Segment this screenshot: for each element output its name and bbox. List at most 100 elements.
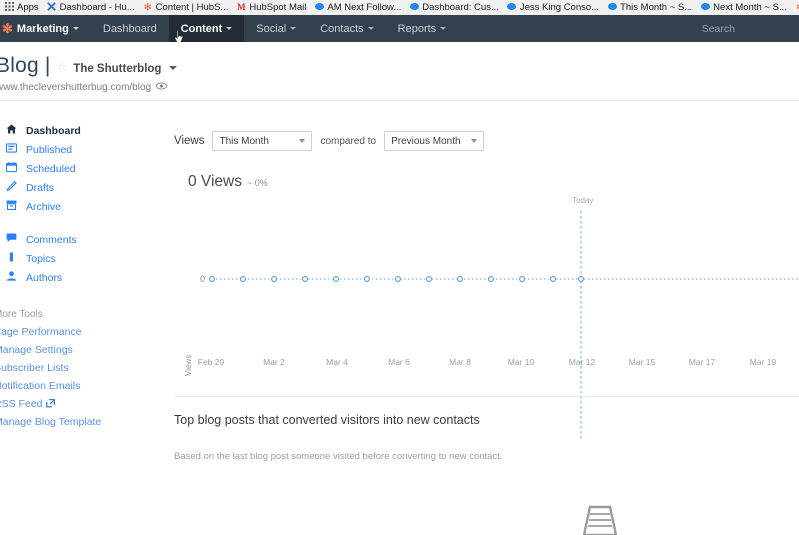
empty-document-stack-icon <box>570 501 630 535</box>
today-marker-label: Today <box>572 196 593 205</box>
page-header: Blog | ☆ The Shutterblog www.thecleversh… <box>0 42 799 101</box>
x-tick-label: Mar 10 <box>508 357 535 367</box>
more-tools-header: More Tools <box>0 308 43 320</box>
sidebar-item-dashboard[interactable]: Dashboard <box>0 121 150 140</box>
compare-range-value: Previous Month <box>391 135 461 147</box>
x-tick-label: Mar 4 <box>326 357 348 367</box>
nav-item-label: Contacts <box>320 22 364 35</box>
sidebar-item-label: Comments <box>26 233 77 246</box>
nav-item-label: Reports <box>397 22 437 35</box>
tool-rss-feed[interactable]: RSS Feed <box>0 395 150 413</box>
date-range-value: This Month <box>219 135 269 147</box>
sidebar-item-label: Topics <box>26 252 56 265</box>
nav-item-label: Marketing <box>16 22 69 35</box>
sidebar-item-label: Scheduled <box>26 162 76 175</box>
page-url-row: www.theclevershutterbug.com/blog <box>0 82 167 93</box>
bookmark-apps[interactable]: Apps <box>0 2 43 13</box>
archive-box-icon <box>6 200 17 213</box>
nav-search-field[interactable]: Search <box>702 23 799 35</box>
compared-to-label: compared to <box>320 135 377 147</box>
nav-search-placeholder: Search <box>701 22 735 35</box>
blue-dot-icon <box>607 3 617 12</box>
hubspot-sprocket-icon: ✻ <box>143 2 152 12</box>
tool-page-performance[interactable]: Page Performance <box>0 323 150 341</box>
sidebar-item-drafts[interactable]: Drafts <box>0 178 150 197</box>
person-icon <box>6 271 17 284</box>
date-range-select[interactable]: This Month <box>212 131 313 151</box>
chevron-down-icon <box>367 27 374 30</box>
x-tick-label: Mar 15 <box>629 357 656 367</box>
tool-label: Notification Emails <box>0 380 81 392</box>
chevron-down-icon[interactable] <box>169 66 178 70</box>
sidebar-item-label: Dashboard <box>26 124 81 137</box>
nav-item-dashboard[interactable]: Dashboard <box>91 15 169 42</box>
blog-url: www.theclevershutterbug.com/blog <box>0 82 152 93</box>
bookmark-calculator[interactable]: ✻ Calculator <box>791 2 799 13</box>
nav-item-social[interactable]: Social <box>244 15 308 42</box>
chart-controls: Views This Month compared to Previous Mo… <box>174 131 485 151</box>
chevron-down-icon <box>290 27 297 30</box>
nav-item-label: Content <box>180 22 223 35</box>
chevron-down-icon <box>440 27 447 30</box>
bookmark-label: This Month ~ S... <box>620 2 693 13</box>
section-title-top-posts: Top blog posts that converted visitors i… <box>174 413 480 427</box>
hubspot-sprocket-logo[interactable]: ✻ <box>2 22 13 35</box>
x-tick-label: Mar 2 <box>263 357 285 367</box>
series-views-markers <box>209 276 584 282</box>
bookmark-dashboard-hu[interactable]: Dashboard - Hu... <box>43 2 139 13</box>
apps-grid-icon <box>4 2 14 13</box>
pencil-icon <box>6 180 17 194</box>
compare-range-select[interactable]: Previous Month <box>384 131 485 151</box>
bookmark-dashboard-cus[interactable]: Dashboard: Cus... <box>405 2 503 13</box>
calendar-icon <box>5 162 18 175</box>
comment-bubble-icon <box>6 233 17 246</box>
tool-label: RSS Feed <box>0 398 43 410</box>
sidebar-item-topics[interactable]: Topics <box>0 249 150 268</box>
x-tick-label: Mar 19 <box>750 357 777 367</box>
metric-label: Views <box>174 135 205 147</box>
nav-item-label: Social <box>256 22 287 35</box>
main-content: Views This Month compared to Previous Mo… <box>150 101 799 535</box>
sidebar-item-label: Archive <box>26 200 62 213</box>
x-tick-label: Feb 29 <box>198 357 225 367</box>
bookmark-am-next-follow[interactable]: AM Next Follow... <box>310 2 405 13</box>
nav-item-reports[interactable]: Reports <box>386 15 459 42</box>
star-outline-icon[interactable]: ☆ <box>57 60 68 74</box>
eye-preview-icon[interactable] <box>156 82 167 93</box>
bookmark-next-month[interactable]: Next Month ~ S... <box>696 2 791 13</box>
main-navigation-bar: ✻ Marketing Dashboard Content Social Con… <box>0 15 799 42</box>
bookmarks-bar: Apps Dashboard - Hu... ✻ Content | HubS.… <box>0 0 799 16</box>
x-tick-label: Mar 12 <box>569 357 596 367</box>
sidebar-item-published[interactable]: Published <box>0 140 150 159</box>
tool-label: Manage Blog Template <box>0 416 102 428</box>
tool-manage-settings[interactable]: Manage Settings <box>0 341 150 359</box>
nav-item-contacts[interactable]: Contacts <box>308 15 385 42</box>
sidebar-item-archive[interactable]: Archive <box>0 197 150 216</box>
sidebar-item-authors[interactable]: Authors <box>0 268 150 287</box>
chevron-down-icon <box>226 27 233 30</box>
x-tick-label: Mar 6 <box>388 357 410 367</box>
tag-icon <box>6 252 17 265</box>
tool-subscriber-lists[interactable]: Subscriber Lists <box>0 359 150 377</box>
nav-item-content[interactable]: Content <box>168 15 245 42</box>
tool-manage-blog-template[interactable]: Manage Blog Template <box>0 413 150 431</box>
browser-window: Apps Dashboard - Hu... ✻ Content | HubS.… <box>0 0 799 535</box>
sidebar-item-label: Published <box>26 143 73 156</box>
bookmark-this-month[interactable]: This Month ~ S... <box>603 2 696 13</box>
bookmark-jess-king-conso[interactable]: Jess King Conso... <box>503 2 603 13</box>
home-icon <box>6 124 17 137</box>
bookmark-hubspot-mail[interactable]: M HubSpot Mail <box>232 2 310 13</box>
tool-notification-emails[interactable]: Notification Emails <box>0 377 150 395</box>
bookmark-content-hubspot[interactable]: ✻ Content | HubS... <box>139 2 233 13</box>
sidebar-divider-gap <box>0 216 150 230</box>
x-axis-tick-labels: Feb 29 Mar 2 Mar 4 Mar 6 Mar 8 Mar 10 Ma… <box>198 357 777 367</box>
chart-svg: Views 0 Today Feb 29 Mar 2 Mar 4 Mar 6 M… <box>184 196 799 440</box>
nav-item-marketing[interactable]: Marketing <box>15 15 91 42</box>
x-analytics-icon <box>47 2 57 13</box>
tool-label: Subscriber Lists <box>0 362 69 374</box>
y-tick-0: 0 <box>200 274 205 284</box>
sidebar-item-scheduled[interactable]: Scheduled <box>0 159 150 178</box>
bookmark-label: Jess King Conso... <box>519 2 600 13</box>
sidebar-item-comments[interactable]: Comments <box>0 230 150 249</box>
published-page-icon <box>5 143 18 156</box>
